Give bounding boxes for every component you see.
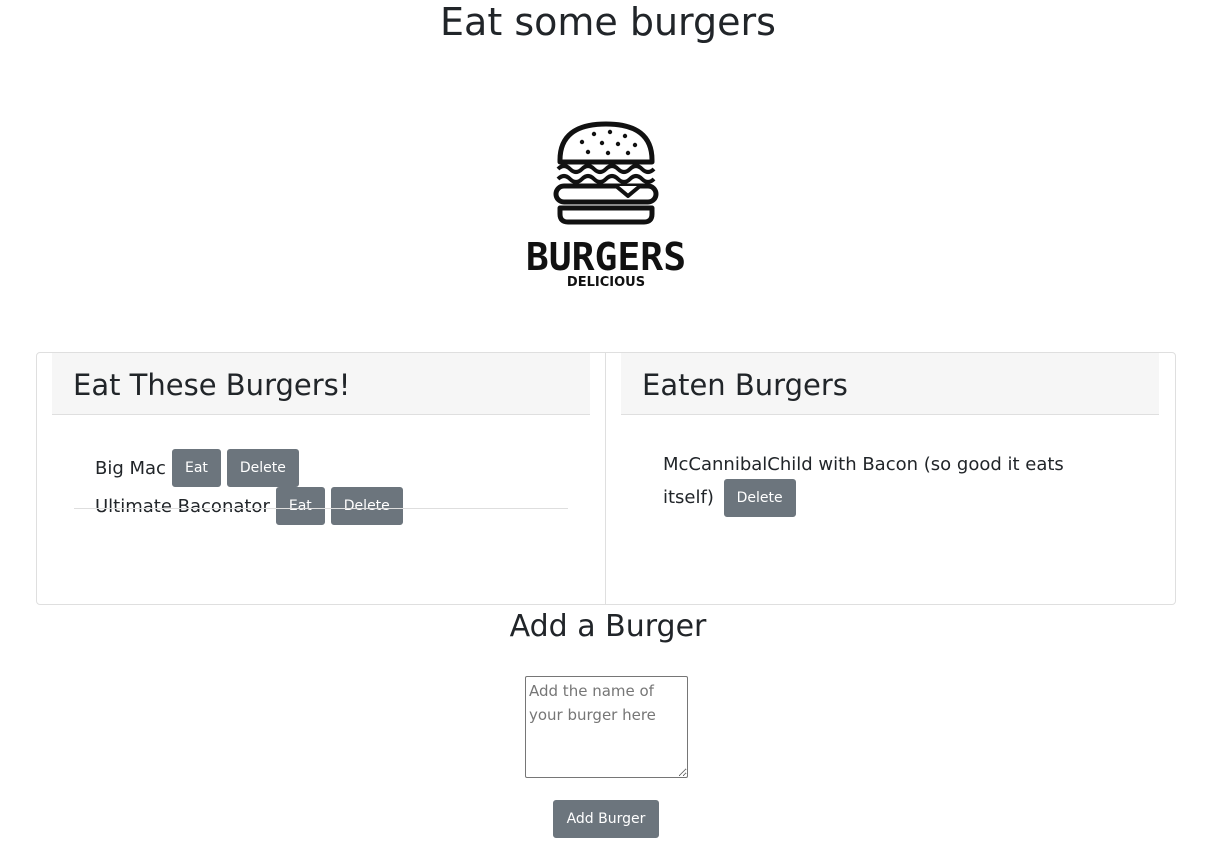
logo-tagline: DELICIOUS [567,275,645,288]
delete-button[interactable]: Delete [330,487,403,525]
burger-name: Ultimate Baconator [95,495,270,517]
uneaten-card-header: Eat These Burgers! [52,353,590,415]
burger-lists: Eat These Burgers! Big Mac Eat Delete Ul… [36,352,1176,605]
page: Eat some burgers BURGERS DELICIOUS Eat T… [0,0,1216,868]
delete-button[interactable]: Delete [723,479,796,517]
add-burger-button[interactable]: Add Burger [553,800,659,838]
eaten-heading: Eaten Burgers [642,368,848,402]
list-item: McCannibalChild with Bacon (so good it e… [663,451,1103,517]
eat-button[interactable]: Eat [275,487,325,525]
add-burger-heading: Add a Burger [509,609,707,644]
uneaten-card: Eat These Burgers! Big Mac Eat Delete Ul… [37,353,606,604]
logo-brand-text: BURGERS [526,235,686,279]
eaten-card: Eaten Burgers McCannibalChild with Bacon… [606,353,1175,604]
uneaten-list: Big Mac Eat Delete Ultimate Baconator Ea… [74,449,568,525]
burger-name: Big Mac [95,457,166,479]
burger-name-input[interactable] [525,676,688,778]
burgers-logo: BURGERS DELICIOUS [518,116,694,288]
delete-button[interactable]: Delete [226,449,299,487]
page-title: Eat some burgers [440,0,776,44]
burger-icon: BURGERS DELICIOUS [526,121,686,288]
list-divider [74,508,568,509]
eat-button[interactable]: Eat [171,449,221,487]
eaten-list: McCannibalChild with Bacon (so good it e… [663,451,1103,517]
uneaten-heading: Eat These Burgers! [73,368,351,402]
eaten-card-header: Eaten Burgers [621,353,1159,415]
list-item: Ultimate Baconator Eat Delete [74,487,568,525]
list-item: Big Mac Eat Delete [74,449,568,487]
